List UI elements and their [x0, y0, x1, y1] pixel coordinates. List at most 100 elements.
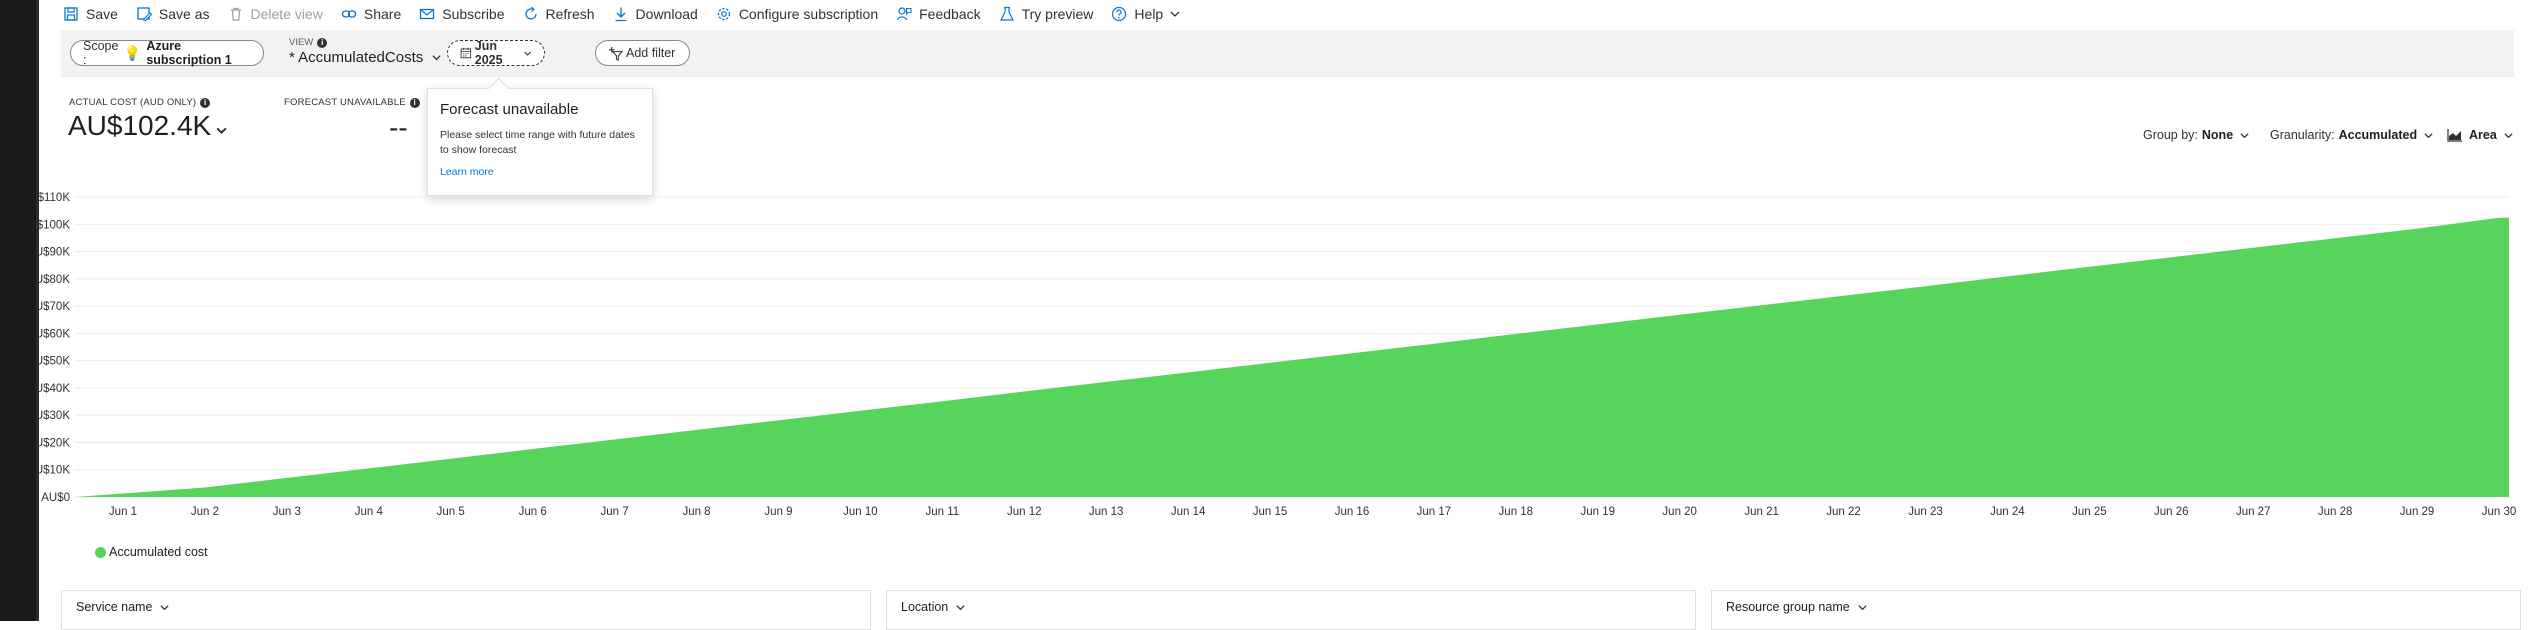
location-panel: Location — [886, 590, 1696, 630]
download-button[interactable]: Download — [613, 6, 698, 22]
calendar-icon — [460, 47, 472, 59]
granularity-label: Granularity: — [2270, 128, 2335, 142]
flask-icon — [999, 6, 1014, 21]
view-selector[interactable]: VIEW i * AccumulatedCosts — [289, 37, 442, 66]
chevron-down-icon — [956, 604, 965, 610]
x-tick-label: Jun 19 — [1580, 506, 1615, 518]
x-tick-label: Jun 15 — [1253, 506, 1288, 518]
x-tick-label: Jun 10 — [843, 506, 878, 518]
view-label: VIEW — [289, 37, 314, 48]
share-label: Share — [363, 6, 402, 22]
x-tick-label: Jun 6 — [519, 506, 547, 518]
save-icon — [64, 7, 78, 21]
y-tick-label: AU$100K — [39, 219, 70, 231]
y-tick-label: AU$60K — [39, 328, 70, 340]
x-tick-label: Jun 21 — [1744, 506, 1779, 518]
y-tick-label: AU$30K — [39, 410, 70, 422]
scope-selector[interactable]: Scope : 💡 Azure subscription 1 — [70, 39, 264, 67]
group-by-dropdown[interactable]: Group by: None — [2143, 128, 2250, 142]
refresh-button[interactable]: Refresh — [523, 6, 595, 22]
chart-type-value: Area — [2469, 128, 2497, 142]
info-icon[interactable]: i — [409, 97, 420, 108]
save-button[interactable]: Save — [63, 6, 118, 22]
x-tick-label: Jun 28 — [2318, 506, 2353, 518]
lightbulb-icon: 💡 — [123, 44, 142, 61]
link-icon — [341, 10, 357, 18]
x-tick-label: Jun 1 — [109, 506, 137, 518]
help-icon — [1112, 6, 1127, 22]
chevron-down-icon — [523, 51, 531, 56]
refresh-label: Refresh — [545, 6, 595, 22]
service-name-label: Service name — [76, 600, 153, 614]
y-tick-label: AU$70K — [39, 301, 70, 313]
chevron-down-icon — [2504, 132, 2513, 138]
subscribe-button[interactable]: Subscribe — [419, 6, 505, 22]
x-tick-label: Jun 30 — [2482, 506, 2517, 518]
x-tick-label: Jun 3 — [273, 506, 301, 518]
view-label-row: VIEW i — [289, 37, 442, 48]
location-dropdown[interactable]: Location — [901, 600, 966, 614]
configure-subscription-button[interactable]: Configure subscription — [716, 6, 878, 22]
try-preview-label: Try preview — [1021, 6, 1094, 22]
chart-legend: Accumulated cost — [95, 545, 208, 559]
delete-view-button[interactable]: Delete view — [228, 6, 323, 22]
chevron-down-icon — [432, 55, 441, 61]
actual-cost-label-row: ACTUAL COST (AUD ONLY) i — [69, 97, 211, 108]
x-tick-label: Jun 2 — [191, 506, 219, 518]
accumulated-cost-area-chart: AU$0 AU$10K AU$20K AU$30K AU$40K AU$50K AU$60K… — [39, 192, 2517, 518]
forecast-value: -- — [389, 112, 408, 143]
x-tick-label: Jun 16 — [1335, 506, 1370, 518]
share-button[interactable]: Share — [341, 6, 401, 22]
chart-type-dropdown[interactable]: Area — [2447, 128, 2514, 142]
save-label: Save — [86, 6, 118, 22]
subscribe-label: Subscribe — [442, 6, 505, 22]
actual-cost-value-row[interactable]: AU$102.4K — [68, 110, 228, 142]
date-range-value: Jun 2025 — [474, 39, 503, 67]
group-by-label: Group by: — [2143, 128, 2198, 142]
x-tick-label: Jun 23 — [1908, 506, 1943, 518]
callout-message: Please select time range with future dat… — [440, 129, 635, 156]
chevron-down-icon — [1170, 11, 1180, 17]
info-icon[interactable]: i — [200, 97, 211, 108]
x-tick-label: Jun 22 — [1826, 506, 1861, 518]
x-tick-label: Jun 8 — [682, 506, 710, 518]
filter-bar: Scope : 💡 Azure subscription 1 VIEW i * … — [61, 30, 2514, 77]
add-filter-button[interactable]: Add filter — [595, 40, 690, 66]
chevron-down-icon — [2424, 132, 2433, 138]
legend-label[interactable]: Accumulated cost — [109, 545, 208, 559]
feedback-button[interactable]: Feedback — [896, 6, 981, 22]
resource-group-dropdown[interactable]: Resource group name — [1726, 600, 1868, 614]
series-area-accumulated-cost — [75, 217, 2509, 497]
x-tick-label: Jun 26 — [2154, 506, 2189, 518]
cost-analysis-main: Save Save as Delete view Share Subscribe… — [39, 0, 2543, 630]
scope-label: Scope : — [83, 39, 119, 67]
x-tick-label: Jun 12 — [1007, 506, 1042, 518]
y-tick-label: AU$40K — [39, 383, 70, 395]
mail-icon — [420, 8, 435, 20]
x-tick-label: Jun 11 — [925, 506, 959, 518]
forecast-label-row: FORECAST UNAVAILABLE i — [284, 97, 420, 108]
x-tick-label: Jun 7 — [601, 506, 629, 518]
callout-title: Forecast unavailable — [440, 101, 579, 118]
add-filter-icon — [608, 46, 623, 61]
granularity-dropdown[interactable]: Granularity: Accumulated — [2270, 128, 2434, 142]
x-tick-label: Jun 13 — [1089, 506, 1124, 518]
learn-more-link[interactable]: Learn more — [440, 166, 640, 178]
chevron-down-icon — [2240, 132, 2249, 138]
gear-icon — [717, 7, 730, 21]
view-value: * AccumulatedCosts — [289, 49, 424, 66]
forecast-unavailable-callout: Forecast unavailable Please select time … — [427, 77, 653, 196]
x-tick-label: Jun 5 — [437, 506, 465, 518]
date-range-picker[interactable]: Jun 2025 — [447, 39, 545, 67]
help-button[interactable]: Help — [1111, 6, 1181, 22]
area-chart-icon — [2447, 129, 2462, 142]
actual-cost-label: ACTUAL COST (AUD ONLY) — [69, 97, 197, 108]
info-icon[interactable]: i — [317, 37, 328, 48]
try-preview-button[interactable]: Try preview — [999, 6, 1094, 22]
resource-group-label: Resource group name — [1726, 600, 1850, 614]
x-tick-label: Jun 18 — [1499, 506, 1534, 518]
chevron-down-icon — [1858, 604, 1867, 610]
service-name-dropdown[interactable]: Service name — [76, 600, 170, 614]
trash-icon — [230, 7, 241, 21]
save-as-button[interactable]: Save as — [136, 6, 210, 22]
